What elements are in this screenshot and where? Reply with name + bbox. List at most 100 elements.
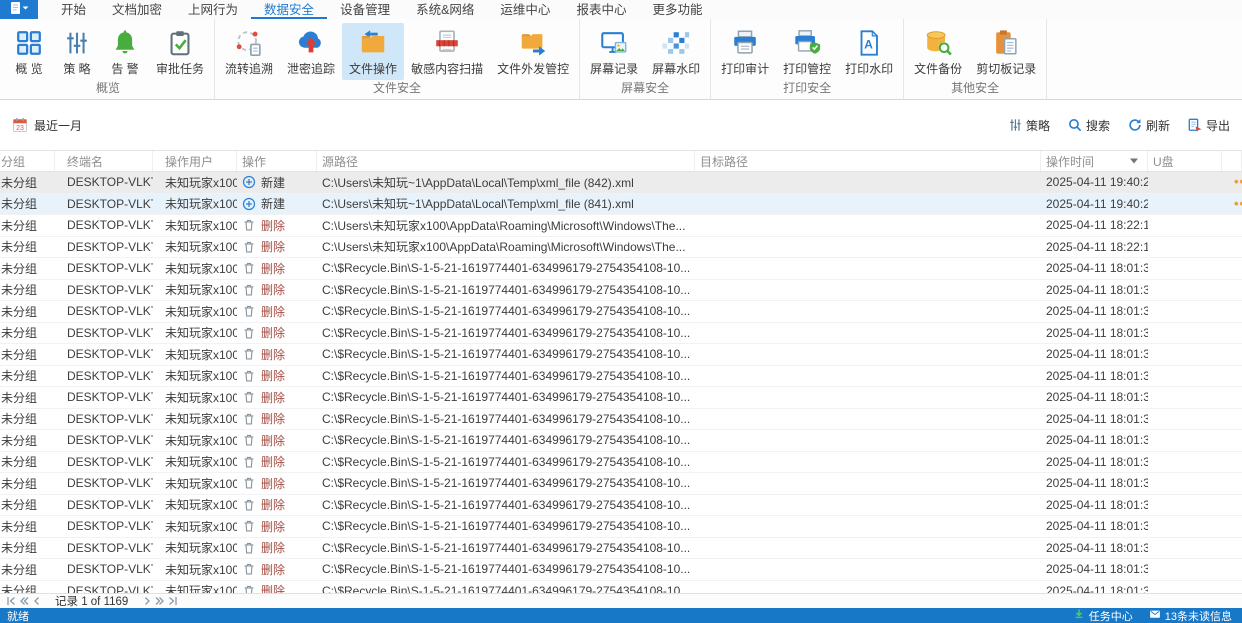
- table-row[interactable]: 未分组 DESKTOP-VLKTLE1 未知玩家x100删除 C:\$Recycle.…: [0, 279, 1242, 301]
- row-menu-button[interactable]: •••: [1234, 197, 1242, 211]
- ribbon-button-print-control[interactable]: 打印管控: [776, 23, 838, 80]
- cell-time: 2025-04-11 18:01:38: [1046, 540, 1148, 555]
- cell-operation: 删除: [237, 303, 317, 320]
- ribbon-button-outgoing-folder[interactable]: 文件外发管控: [490, 23, 576, 80]
- next-page-button[interactable]: [140, 595, 153, 608]
- cell-group: 未分组: [1, 541, 38, 556]
- table-row[interactable]: 未分组 DESKTOP-VLKTLE1 未知玩家x100删除 C:\$Recycle.…: [0, 580, 1242, 593]
- ribbon-button-leak-cloud[interactable]: 泄密追踪: [280, 23, 342, 80]
- ribbon-button-label: 文件备份: [914, 62, 963, 76]
- menu-tab[interactable]: 设备管理: [327, 0, 403, 19]
- table-row[interactable]: 未分组 DESKTOP-VLKTLE1 未知玩家x100删除 C:\$Recycle.…: [0, 537, 1242, 559]
- cell-source: C:\$Recycle.Bin\S-1-5-21-1619774401-6349…: [322, 325, 691, 340]
- cell-user: 未知玩家x100: [165, 584, 237, 593]
- column-header-time[interactable]: 操作时间: [1041, 151, 1148, 171]
- ribbon-button-alert-bell[interactable]: 告 警: [101, 23, 149, 80]
- ribbon-button-screen-record[interactable]: 屏幕记录: [583, 23, 645, 80]
- column-header-source[interactable]: 源路径: [317, 151, 695, 171]
- menu-tab[interactable]: 更多功能: [639, 0, 715, 19]
- table-row[interactable]: 未分组 DESKTOP-VLKTLE1 未知玩家x100删除 C:\$Recycle.…: [0, 365, 1242, 387]
- cell-time: 2025-04-11 18:01:38: [1046, 519, 1148, 534]
- ribbon-button-approval-clipboard[interactable]: 审批任务: [149, 23, 211, 80]
- export-button[interactable]: 导出: [1188, 117, 1230, 134]
- table-row[interactable]: 未分组 DESKTOP-VLKTLE1 未知玩家x100删除 C:\$Recycle.…: [0, 301, 1242, 323]
- table-row[interactable]: 未分组 DESKTOP-VLKTLE1 未知玩家x100删除 C:\$Recycle.…: [0, 258, 1242, 280]
- cell-time: 2025-04-11 18:01:38: [1046, 562, 1148, 577]
- approval-clipboard-icon: [165, 28, 195, 58]
- search-button[interactable]: 搜索: [1068, 117, 1110, 134]
- last-page-button[interactable]: [166, 595, 179, 608]
- unread-messages-button[interactable]: 13条未读信息: [1149, 608, 1232, 623]
- table-row[interactable]: 未分组 DESKTOP-VLKTLE1 未知玩家x100删除 C:\Users\未知玩…: [0, 215, 1242, 237]
- fast-next-button[interactable]: [153, 595, 166, 608]
- ribbon-button-file-backup[interactable]: 文件备份: [907, 23, 969, 80]
- cell-terminal: DESKTOP-VLKTLE1: [67, 562, 153, 577]
- table-row[interactable]: 未分组 DESKTOP-VLKTLE1 未知玩家x100新建 C:\Users\未知玩…: [0, 172, 1242, 194]
- ribbon-button-print-audit[interactable]: 打印审计: [714, 23, 776, 80]
- table-row[interactable]: 未分组 DESKTOP-VLKTLE1 未知玩家x100删除 C:\$Recycle.…: [0, 494, 1242, 516]
- ribbon-group: 文件备份 剪切板记录 其他安全: [904, 19, 1048, 99]
- menu-tab[interactable]: 文档加密: [99, 0, 175, 19]
- table-row[interactable]: 未分组 DESKTOP-VLKTLE1 未知玩家x100删除 C:\$Recycle.…: [0, 322, 1242, 344]
- ribbon-group: 屏幕记录 屏幕水印 屏幕安全: [580, 19, 712, 99]
- table-row[interactable]: 未分组 DESKTOP-VLKTLE1 未知玩家x100删除 C:\Users\未知玩…: [0, 236, 1242, 258]
- table-row[interactable]: 未分组 DESKTOP-VLKTLE1 未知玩家x100删除 C:\$Recycle.…: [0, 473, 1242, 495]
- column-header-terminal[interactable]: 终端名: [55, 151, 153, 171]
- fast-prev-button[interactable]: [17, 595, 30, 608]
- column-header-user[interactable]: 操作用户: [153, 151, 237, 171]
- date-range-label: 最近一月: [34, 118, 83, 133]
- menu-tab[interactable]: 上网行为: [175, 0, 251, 19]
- file-backup-icon: [923, 28, 953, 58]
- refresh-button[interactable]: 刷新: [1128, 117, 1170, 134]
- ribbon-button-label: 打印水印: [845, 62, 894, 76]
- menu-tab[interactable]: 开始: [48, 0, 99, 19]
- cell-operation: 删除: [237, 453, 317, 470]
- table-row[interactable]: 未分组 DESKTOP-VLKTLE1 未知玩家x100新建 C:\Users\未知玩…: [0, 193, 1242, 215]
- menu-tab[interactable]: 报表中心: [563, 0, 639, 19]
- ribbon-button-screen-watermark[interactable]: 屏幕水印: [645, 23, 707, 80]
- table-row[interactable]: 未分组 DESKTOP-VLKTLE1 未知玩家x100删除 C:\$Recycle.…: [0, 516, 1242, 538]
- table-row[interactable]: 未分组 DESKTOP-VLKTLE1 未知玩家x100删除 C:\$Recycle.…: [0, 344, 1242, 366]
- menu-tab[interactable]: 系统&网络: [403, 0, 487, 19]
- cell-time: 2025-04-11 18:01:38: [1046, 411, 1148, 426]
- outgoing-folder-icon: [518, 28, 548, 58]
- ribbon-button-overview-grid[interactable]: 概 览: [5, 23, 53, 80]
- cell-time: 2025-04-11 18:01:38: [1046, 347, 1148, 362]
- column-header-group[interactable]: 分组: [0, 151, 55, 171]
- ribbon-button-flow-trace[interactable]: 流转追溯: [218, 23, 280, 80]
- ribbon-button-content-scan[interactable]: 敏感内容扫描: [404, 23, 490, 80]
- table-row[interactable]: 未分组 DESKTOP-VLKTLE1 未知玩家x100删除 C:\$Recycle.…: [0, 430, 1242, 452]
- date-range-filter[interactable]: 23 最近一月: [12, 117, 82, 134]
- cell-time: 2025-04-11 18:01:38: [1046, 497, 1148, 512]
- cell-user: 未知玩家x100: [165, 562, 237, 577]
- column-header-operation[interactable]: 操作: [237, 151, 317, 171]
- table-row[interactable]: 未分组 DESKTOP-VLKTLE1 未知玩家x100删除 C:\$Recycle.…: [0, 559, 1242, 581]
- column-header-actions[interactable]: [1222, 151, 1242, 171]
- ribbon-button-label: 概 览: [15, 62, 43, 76]
- table-row[interactable]: 未分组 DESKTOP-VLKTLE1 未知玩家x100删除 C:\$Recycle.…: [0, 408, 1242, 430]
- app-menu-button[interactable]: [0, 0, 38, 19]
- first-page-button[interactable]: [4, 595, 17, 608]
- cell-user: 未知玩家x100: [165, 240, 237, 255]
- cell-terminal: DESKTOP-VLKTLE1: [67, 411, 153, 426]
- flow-trace-icon: [234, 28, 264, 58]
- trash-icon: [242, 240, 256, 254]
- sort-caret-icon[interactable]: [1129, 157, 1139, 165]
- ribbon-button-print-watermark[interactable]: A 打印水印: [838, 23, 900, 80]
- table-row[interactable]: 未分组 DESKTOP-VLKTLE1 未知玩家x100删除 C:\$Recycle.…: [0, 451, 1242, 473]
- ribbon-button-clipboard-record[interactable]: 剪切板记录: [969, 23, 1043, 80]
- menu-tab[interactable]: 运维中心: [487, 0, 563, 19]
- menu-tab[interactable]: 数据安全: [251, 0, 328, 19]
- sliders-button[interactable]: 策略: [1008, 117, 1050, 134]
- task-center-button[interactable]: 任务中心: [1073, 608, 1133, 623]
- column-header-target[interactable]: 目标路径: [695, 151, 1041, 171]
- cell-time: 2025-04-11 18:22:13: [1046, 239, 1148, 254]
- ribbon-button-file-ops-folder[interactable]: 文件操作: [342, 23, 405, 80]
- cell-terminal: DESKTOP-VLKTLE1: [67, 175, 153, 190]
- column-header-usb[interactable]: U盘: [1148, 151, 1222, 171]
- prev-page-button[interactable]: [30, 595, 43, 608]
- trash-icon: [242, 433, 256, 447]
- table-row[interactable]: 未分组 DESKTOP-VLKTLE1 未知玩家x100删除 C:\$Recycle.…: [0, 387, 1242, 409]
- ribbon-button-policy-sliders[interactable]: 策 略: [53, 23, 101, 80]
- row-menu-button[interactable]: •••: [1234, 175, 1242, 189]
